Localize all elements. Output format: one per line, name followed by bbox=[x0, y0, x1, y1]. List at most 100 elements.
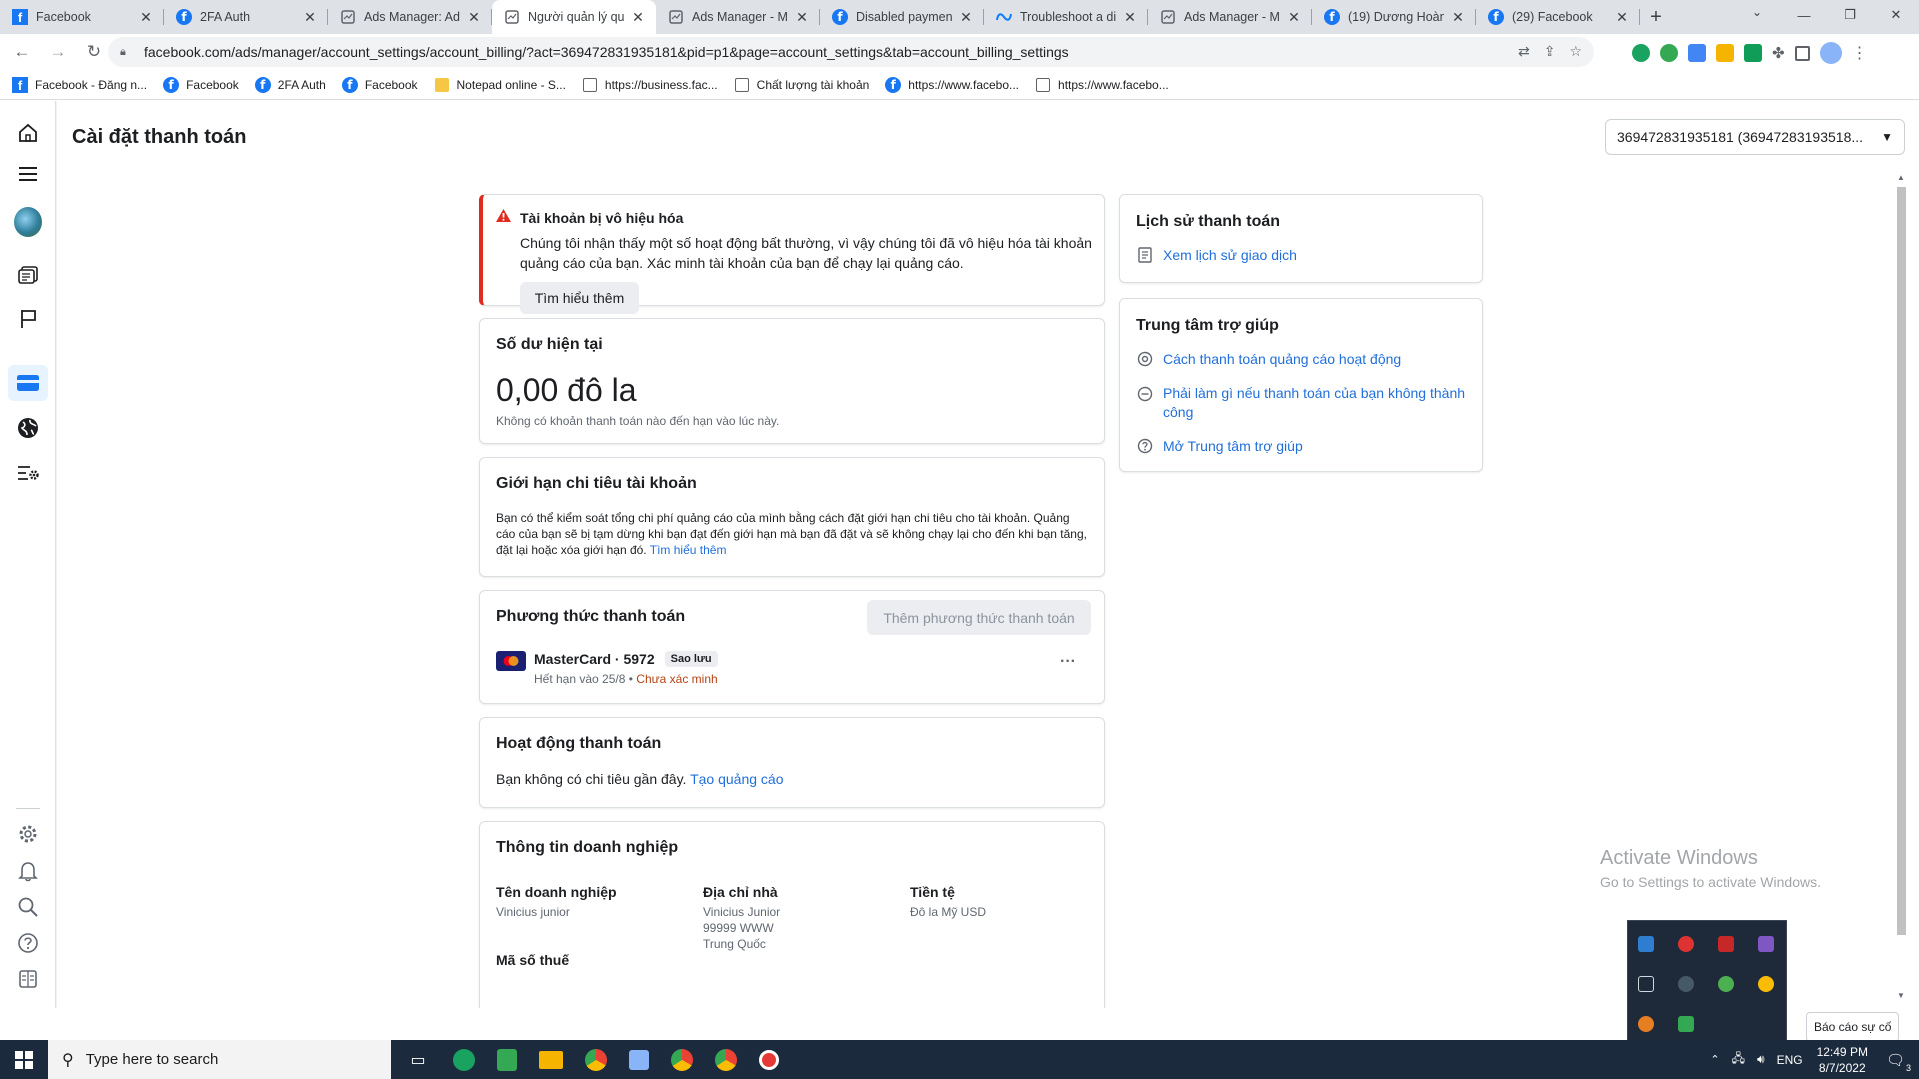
extension-icon[interactable] bbox=[1688, 44, 1706, 62]
globe-icon[interactable] bbox=[14, 414, 42, 442]
clock[interactable]: 12:49 PM 8/7/2022 bbox=[1817, 1044, 1868, 1076]
more-options-icon[interactable]: ··· bbox=[1060, 653, 1076, 671]
browser-tab[interactable]: Ads Manager - Ma ✕ bbox=[656, 0, 820, 34]
account-selector[interactable]: 369472831935181 (36947283193518... ▼ bbox=[1605, 119, 1905, 155]
browser-tab-active[interactable]: Người quản lý quả ✕ bbox=[492, 0, 656, 34]
gear-icon[interactable] bbox=[14, 820, 42, 848]
close-window-icon[interactable]: ✕ bbox=[1873, 0, 1919, 30]
browser-tab[interactable]: f Disabled payment ✕ bbox=[820, 0, 984, 34]
notification-center-icon[interactable]: 🗨︎ 3 bbox=[1886, 1051, 1911, 1073]
tray-app-icon[interactable] bbox=[1718, 936, 1734, 952]
close-tab-icon[interactable]: ✕ bbox=[1122, 9, 1138, 25]
menu-icon[interactable] bbox=[14, 160, 42, 188]
bookmark-item[interactable]: Notepad online - S... bbox=[434, 77, 566, 93]
flag-icon[interactable] bbox=[14, 305, 42, 333]
settings-list-icon[interactable] bbox=[14, 459, 42, 487]
translate-icon[interactable]: ⇄ bbox=[1518, 43, 1530, 60]
address-bar[interactable]: 🔒︎ facebook.com/ads/manager/account_sett… bbox=[108, 37, 1594, 67]
docs-panel-icon[interactable] bbox=[14, 965, 42, 993]
create-ad-link[interactable]: Tạo quảng cáo bbox=[690, 771, 783, 787]
reload-icon[interactable]: ↻ bbox=[80, 38, 108, 66]
chrome-icon[interactable] bbox=[585, 1048, 607, 1071]
extension-icon[interactable] bbox=[1744, 44, 1762, 62]
network-icon[interactable]: 🖧︎ bbox=[1732, 1049, 1745, 1070]
taskbar-app-icon[interactable] bbox=[453, 1048, 475, 1071]
bookmark-item[interactable]: Chất lượng tài khoản bbox=[734, 77, 869, 93]
search-icon[interactable] bbox=[14, 893, 42, 921]
taskbar-app-icon[interactable] bbox=[629, 1049, 649, 1070]
billing-card-icon[interactable] bbox=[8, 365, 48, 401]
chevron-up-icon[interactable]: ⌃ bbox=[1710, 1053, 1719, 1066]
extension-icon[interactable] bbox=[1716, 44, 1734, 62]
close-tab-icon[interactable]: ✕ bbox=[630, 9, 646, 25]
share-icon[interactable]: ⇪ bbox=[1544, 43, 1556, 60]
help-icon[interactable] bbox=[14, 929, 42, 957]
bookmark-item[interactable]: https://www.facebo... bbox=[1035, 77, 1169, 93]
minimize-icon[interactable]: — bbox=[1781, 0, 1827, 30]
tray-app-icon[interactable] bbox=[1678, 936, 1694, 952]
learn-more-button[interactable]: Tìm hiểu thêm bbox=[520, 282, 639, 314]
tab-search-icon[interactable]: ⌄ bbox=[1745, 5, 1769, 25]
new-tab-button[interactable]: + bbox=[1640, 0, 1672, 34]
scroll-up-icon[interactable]: ▲ bbox=[1895, 173, 1907, 182]
puzzle-icon[interactable]: ✤ bbox=[1772, 44, 1785, 62]
help-link[interactable]: Cách thanh toán quảng cáo hoạt động bbox=[1136, 351, 1466, 367]
file-explorer-icon[interactable] bbox=[539, 1050, 563, 1069]
extension-icon[interactable] bbox=[1660, 44, 1678, 62]
browser-tab[interactable]: f 2FA Auth ✕ bbox=[164, 0, 328, 34]
volume-icon[interactable]: 🔊︎ bbox=[1757, 1052, 1765, 1067]
back-icon[interactable]: ← bbox=[8, 38, 36, 66]
close-tab-icon[interactable]: ✕ bbox=[466, 9, 482, 25]
tray-app-icon[interactable] bbox=[1678, 976, 1694, 992]
forward-icon[interactable]: → bbox=[44, 38, 72, 66]
restore-icon[interactable]: ❐ bbox=[1827, 0, 1873, 30]
close-tab-icon[interactable]: ✕ bbox=[302, 9, 318, 25]
add-payment-method-button[interactable]: Thêm phương thức thanh toán bbox=[867, 600, 1091, 635]
tray-app-icon[interactable] bbox=[1758, 936, 1774, 952]
close-tab-icon[interactable]: ✕ bbox=[1450, 9, 1466, 25]
side-panel-icon[interactable] bbox=[1794, 45, 1810, 61]
close-tab-icon[interactable]: ✕ bbox=[1614, 9, 1630, 25]
bookmark-item[interactable]: f https://www.facebo... bbox=[885, 76, 1019, 93]
browser-tab[interactable]: Ads Manager - Ma ✕ bbox=[1148, 0, 1312, 34]
scroll-down-icon[interactable]: ▼ bbox=[1895, 991, 1907, 1000]
browser-tab[interactable]: f (29) Facebook ✕ bbox=[1476, 0, 1640, 34]
windows-start-icon[interactable] bbox=[0, 1040, 48, 1079]
report-problem-button[interactable]: Báo cáo sự cố bbox=[1806, 1012, 1900, 1042]
help-link[interactable]: Mở Trung tâm trợ giúp bbox=[1136, 438, 1466, 454]
bookmark-star-icon[interactable]: ☆ bbox=[1569, 43, 1582, 60]
campaigns-icon[interactable] bbox=[14, 261, 42, 289]
kebab-menu-icon[interactable]: ⋮ bbox=[1852, 43, 1868, 63]
extension-icon[interactable] bbox=[1632, 44, 1650, 62]
help-link[interactable]: Phải làm gì nếu thanh toán của bạn không… bbox=[1136, 384, 1466, 422]
browser-tab[interactable]: f (19) Dương Hoàng ✕ bbox=[1312, 0, 1476, 34]
browser-tab[interactable]: Ads Manager: Ad a ✕ bbox=[328, 0, 492, 34]
language-indicator[interactable]: ENG bbox=[1777, 1053, 1803, 1067]
account-avatar[interactable] bbox=[14, 207, 42, 237]
lock-icon[interactable]: 🔒︎ bbox=[120, 46, 134, 59]
home-icon[interactable] bbox=[14, 119, 42, 147]
tray-app-icon[interactable] bbox=[1718, 976, 1734, 992]
task-view-icon[interactable]: ▭ bbox=[405, 1047, 431, 1073]
taskbar-search[interactable]: ⚲ Type here to search bbox=[48, 1040, 391, 1079]
taskbar-app-icon[interactable] bbox=[497, 1048, 517, 1071]
bookmark-item[interactable]: f Facebook bbox=[341, 76, 418, 93]
bookmark-item[interactable]: f 2FA Auth bbox=[254, 76, 326, 93]
chrome-icon[interactable] bbox=[715, 1048, 737, 1071]
close-tab-icon[interactable]: ✕ bbox=[138, 9, 154, 25]
tray-app-icon[interactable] bbox=[1638, 976, 1654, 992]
tray-app-icon[interactable] bbox=[1758, 976, 1774, 992]
bell-icon[interactable] bbox=[14, 857, 42, 885]
tray-app-icon[interactable] bbox=[1678, 1016, 1694, 1032]
chrome-icon[interactable] bbox=[671, 1048, 693, 1071]
close-tab-icon[interactable]: ✕ bbox=[794, 9, 810, 25]
bookmark-item[interactable]: https://business.fac... bbox=[582, 77, 718, 93]
bookmark-item[interactable]: f Facebook - Đăng n... bbox=[12, 76, 147, 93]
scrollbar-thumb[interactable] bbox=[1897, 187, 1906, 935]
close-tab-icon[interactable]: ✕ bbox=[958, 9, 974, 25]
bookmark-item[interactable]: f Facebook bbox=[163, 76, 239, 93]
transaction-history-link[interactable]: Xem lịch sử giao dịch bbox=[1136, 247, 1297, 263]
browser-tab[interactable]: Troubleshoot a dis ✕ bbox=[984, 0, 1148, 34]
tray-app-icon[interactable] bbox=[1638, 1016, 1654, 1032]
profile-avatar[interactable] bbox=[1819, 42, 1842, 64]
